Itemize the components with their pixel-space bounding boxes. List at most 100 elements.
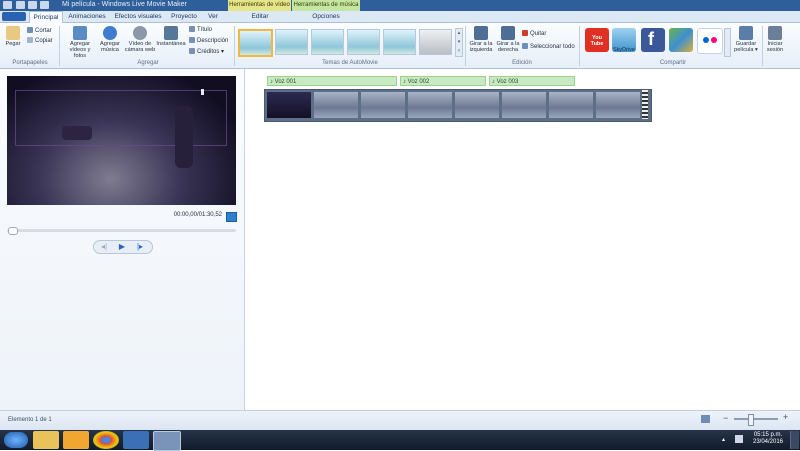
snapshot-button[interactable]: Instantánea xyxy=(156,26,186,47)
flickr-icon[interactable] xyxy=(697,28,723,54)
seek-thumb[interactable] xyxy=(8,227,18,235)
watermark-mark xyxy=(201,89,204,95)
show-desktop-button[interactable] xyxy=(790,431,799,449)
zoom-in-icon[interactable]: + xyxy=(783,412,788,422)
copy-icon xyxy=(27,37,33,44)
app-icon[interactable] xyxy=(3,1,12,9)
group-label-themes: Temas de AutoMovie xyxy=(322,60,378,66)
file-explorer-icon[interactable] xyxy=(33,431,59,449)
rotate-right-icon xyxy=(501,26,515,40)
tab-animaciones[interactable]: Animaciones xyxy=(66,11,108,22)
video-preview[interactable] xyxy=(7,76,236,205)
next-frame-icon[interactable]: |▸ xyxy=(132,242,148,252)
chrome-icon[interactable] xyxy=(93,431,119,449)
ribbon-separator xyxy=(59,26,60,66)
zoom-slider[interactable] xyxy=(734,418,778,420)
status-bar xyxy=(0,410,800,431)
app-pinned-icon[interactable] xyxy=(123,431,149,449)
automovie-theme-5[interactable] xyxy=(383,29,416,55)
filmstrip-edge xyxy=(642,90,648,119)
ribbon-separator xyxy=(579,26,580,66)
tab-proyecto[interactable]: Proyecto xyxy=(168,11,200,22)
save-movie-button[interactable]: Guardar película ▾ xyxy=(731,26,761,53)
remove-button[interactable]: Quitar xyxy=(522,30,546,38)
credits-button[interactable]: Créditos ▾ xyxy=(189,48,224,56)
voice-clip[interactable]: ♪ Voz 003 xyxy=(489,76,575,86)
media-player-icon[interactable] xyxy=(63,431,89,449)
group-label-clipboard: Portapapeles xyxy=(12,60,48,66)
clipboard-icon xyxy=(6,26,20,40)
clock-date: 23/04/2016 xyxy=(752,439,784,445)
tab-opciones[interactable]: Opciones xyxy=(306,11,346,22)
clip-frame xyxy=(502,92,546,118)
timecode: 00:00,00/01:30,52 xyxy=(173,212,222,218)
figure-silhouette xyxy=(175,106,193,168)
clip-frame xyxy=(314,92,358,118)
ribbon-separator xyxy=(465,26,466,66)
webcam-video-button[interactable]: Vídeo de cámara web xyxy=(124,26,156,53)
automovie-theme-2[interactable] xyxy=(275,29,308,55)
tray-arrow-icon[interactable]: ▴ xyxy=(722,436,725,443)
play-icon[interactable]: ▶ xyxy=(114,242,130,252)
add-music-button[interactable]: Agregar música xyxy=(98,26,122,53)
rotate-right-button[interactable]: Girar a la derecha xyxy=(494,26,522,53)
rotate-left-button[interactable]: Girar a la izquierda xyxy=(467,26,495,53)
windows-live-groups-icon[interactable] xyxy=(669,28,693,52)
user-icon xyxy=(768,26,782,40)
paste-button[interactable]: Pegar xyxy=(3,26,23,47)
scissors-icon xyxy=(27,27,33,34)
zoom-thumb[interactable] xyxy=(748,414,754,426)
automovie-theme-3[interactable] xyxy=(311,29,344,55)
clip-frame xyxy=(455,92,499,118)
redo-icon[interactable] xyxy=(40,1,49,9)
clip-frame xyxy=(361,92,405,118)
film-photo-icon xyxy=(73,26,87,40)
previous-frame-icon[interactable]: ◂| xyxy=(96,242,112,252)
caption-button[interactable]: Descripción xyxy=(189,37,228,45)
save-quick-icon[interactable] xyxy=(16,1,25,9)
seek-bar[interactable] xyxy=(7,229,236,232)
clip-frame xyxy=(549,92,593,118)
title-bar: Mi película - Windows Live Movie Maker H… xyxy=(0,0,800,11)
copy-button[interactable]: Copiar xyxy=(27,37,53,45)
start-button-icon[interactable] xyxy=(4,432,28,448)
remove-x-icon xyxy=(522,30,528,37)
ribbon-separator xyxy=(762,26,763,66)
clock[interactable]: 05:15 p.m. 23/04/2016 xyxy=(750,432,786,446)
tab-efectos-visuales[interactable]: Efectos visuales xyxy=(113,11,163,22)
zoom-out-icon[interactable]: − xyxy=(723,413,728,423)
share-scroll-icon[interactable] xyxy=(724,28,731,57)
taskbar xyxy=(0,430,800,450)
music-note-icon xyxy=(103,26,117,40)
undo-icon[interactable] xyxy=(28,1,37,9)
title-text-icon xyxy=(189,26,195,33)
fullscreen-icon[interactable] xyxy=(226,212,237,222)
group-label-editing: Edición xyxy=(512,60,532,66)
automovie-theme-1[interactable] xyxy=(238,29,273,57)
select-all-button[interactable]: Seleccionar todo xyxy=(522,43,575,51)
tab-ver[interactable]: Ver xyxy=(203,11,223,22)
sign-in-button[interactable]: Iniciar sesión xyxy=(764,26,786,53)
title-button[interactable]: Título xyxy=(189,26,212,34)
file-menu-button[interactable] xyxy=(2,12,26,21)
facebook-icon[interactable]: f xyxy=(641,28,665,52)
automovie-theme-6[interactable] xyxy=(419,29,452,55)
themes-scroll-icon[interactable]: ▴ ▾ ▿ xyxy=(455,28,463,57)
voice-clip[interactable]: ♪ Voz 002 xyxy=(400,76,486,86)
playback-controls: ◂| ▶ |▸ xyxy=(93,240,153,254)
youtube-icon[interactable]: You Tube xyxy=(585,28,609,52)
network-icon[interactable] xyxy=(735,435,743,443)
storyboard-view-icon[interactable] xyxy=(701,415,710,423)
group-label-share: Compartir xyxy=(659,60,687,66)
voice-clip[interactable]: ♪ Voz 001 xyxy=(267,76,397,86)
add-videos-photos-button[interactable]: Agregar vídeos y fotos xyxy=(63,26,97,59)
snapshot-icon xyxy=(164,26,178,40)
tab-editar[interactable]: Editar xyxy=(240,11,280,22)
skydrive-label: SkyDrive xyxy=(612,47,635,53)
window-title: Mi película - Windows Live Movie Maker xyxy=(62,1,187,8)
clock-time: 05:15 p.m. xyxy=(753,432,783,438)
cut-button[interactable]: Cortar xyxy=(27,27,52,35)
automovie-theme-4[interactable] xyxy=(347,29,380,55)
movie-maker-task-icon[interactable] xyxy=(153,431,181,451)
credits-icon xyxy=(189,48,195,55)
